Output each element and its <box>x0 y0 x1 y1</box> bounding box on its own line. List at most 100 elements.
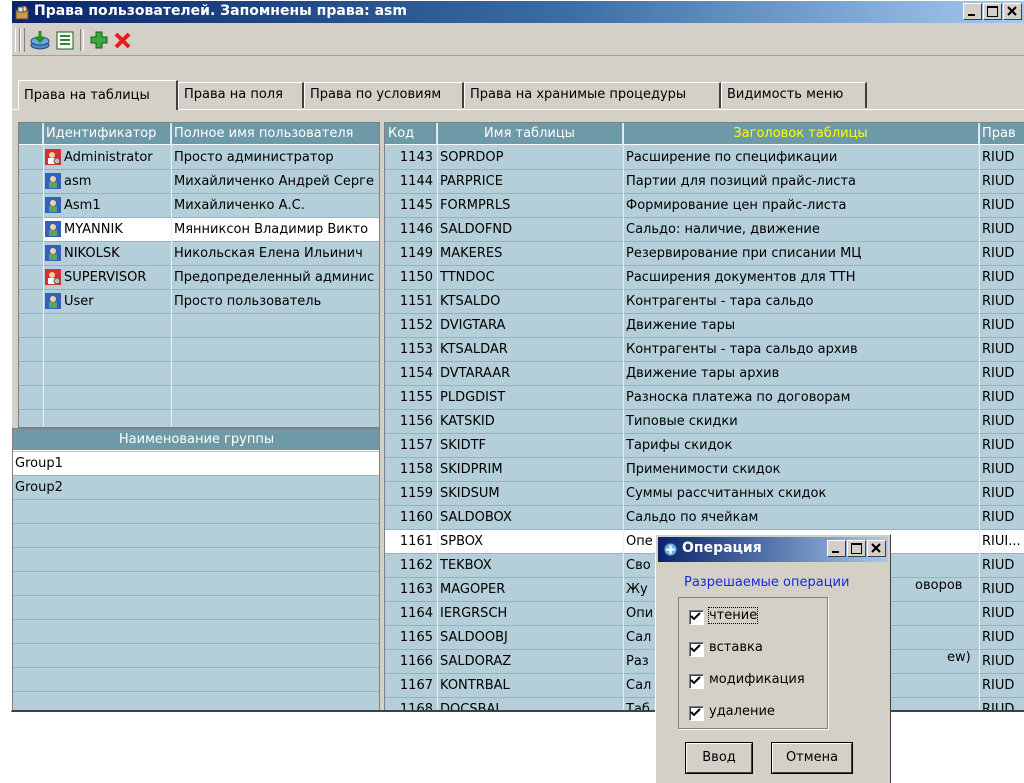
table-row[interactable]: Administrator Просто администратор <box>19 146 379 170</box>
table-row[interactable] <box>19 362 379 386</box>
table-row[interactable]: 1144 PARPRICE Партии для позиций прайс-лис… <box>385 170 1024 194</box>
table-row[interactable] <box>19 338 379 362</box>
rights-cell[interactable]: RIUD <box>979 650 1024 673</box>
user-fullname-cell[interactable]: Просто администратор <box>171 146 379 169</box>
table-row[interactable]: NIKOLSK Никольская Елена Ильинич <box>19 242 379 266</box>
rights-cell[interactable]: RIUD <box>979 458 1024 481</box>
checkbox-label-3[interactable]: удаление <box>709 704 775 719</box>
checkbox-1[interactable] <box>689 642 704 657</box>
user-id-cell[interactable]: User <box>43 290 171 313</box>
checkbox-label-2[interactable]: модификация <box>709 672 805 687</box>
list-item[interactable]: Group2 <box>13 476 379 500</box>
checkbox-label-0[interactable]: чтение <box>707 607 759 624</box>
list-item[interactable]: Group1 <box>13 452 379 476</box>
checkbox-0[interactable] <box>689 610 704 625</box>
user-id-cell[interactable]: Asm1 <box>43 194 171 217</box>
rights-cell[interactable]: RIUD <box>979 626 1024 649</box>
table-name-header[interactable]: Имя таблицы <box>437 123 623 145</box>
user-id-cell[interactable]: asm <box>43 170 171 193</box>
rights-cell[interactable]: RIUD <box>979 578 1024 601</box>
user-id-cell[interactable]: SUPERVISOR <box>43 266 171 289</box>
users-id-header[interactable]: Идентификатор <box>43 123 171 145</box>
rights-cell[interactable]: RIUD <box>979 386 1024 409</box>
user-fullname-cell[interactable]: Мянниксон Владимир Викто <box>171 218 379 241</box>
rights-cell[interactable]: RIUD <box>979 290 1024 313</box>
load-rights-icon[interactable] <box>29 29 51 51</box>
cancel-button[interactable]: Отмена <box>771 742 853 774</box>
user-id-cell[interactable]: NIKOLSK <box>43 242 171 265</box>
table-row[interactable]: 1157 SKIDTF Тарифы скидок RIUD <box>385 434 1024 458</box>
list-item[interactable] <box>13 500 379 524</box>
table-title-header[interactable]: Заголовок таблицы <box>623 123 979 145</box>
table-row[interactable]: User Просто пользователь <box>19 290 379 314</box>
rights-cell[interactable]: RIUD <box>979 698 1024 710</box>
table-row[interactable] <box>19 314 379 338</box>
maximize-button[interactable] <box>983 3 1002 20</box>
rights-cell[interactable]: RIUD <box>979 362 1024 385</box>
add-icon[interactable] <box>88 29 110 51</box>
checkbox-label-1[interactable]: вставка <box>709 640 763 655</box>
list-item[interactable] <box>13 644 379 668</box>
user-fullname-cell[interactable]: Михайличенко Андрей Серге <box>171 170 379 193</box>
table-row[interactable]: 1146 SALDOFND Сальдо: наличие, движение RIU… <box>385 218 1024 242</box>
user-fullname-cell[interactable]: Михайличенко А.С. <box>171 194 379 217</box>
table-row[interactable]: asm Михайличенко Андрей Серге <box>19 170 379 194</box>
rights-cell[interactable]: RIUD <box>979 146 1024 169</box>
user-fullname-cell[interactable]: Просто пользователь <box>171 290 379 313</box>
table-row[interactable]: 1145 FORMPRLS Формирование цен прайс-листа… <box>385 194 1024 218</box>
table-row[interactable]: 1159 SKIDSUM Суммы рассчитанных скидок RIUD <box>385 482 1024 506</box>
table-row[interactable]: 1158 SKIDPRIM Применимости скидок RIUD <box>385 458 1024 482</box>
table-row[interactable]: MYANNIK Мянниксон Владимир Викто <box>19 218 379 242</box>
rights-cell[interactable]: RIUD <box>979 170 1024 193</box>
table-row[interactable]: 1143 SOPRDOP Расширение по спецификации RIU… <box>385 146 1024 170</box>
rights-cell[interactable]: RIUD <box>979 242 1024 265</box>
table-row[interactable]: 1155 PLDGDIST Разноска платежа по договора… <box>385 386 1024 410</box>
user-fullname-cell[interactable]: Предопределенный админис <box>171 266 379 289</box>
delete-icon[interactable] <box>112 29 134 51</box>
rights-cell[interactable]: RIUI... <box>979 530 1024 553</box>
list-item[interactable] <box>13 620 379 644</box>
table-row[interactable] <box>19 386 379 410</box>
table-row[interactable]: 1150 TTNDOC Расширения документов для ТТН R… <box>385 266 1024 290</box>
dialog-close-button[interactable] <box>867 540 886 557</box>
rights-cell[interactable]: RIUD <box>979 266 1024 289</box>
rights-cell[interactable]: RIUD <box>979 506 1024 529</box>
list-item[interactable] <box>13 596 379 620</box>
list-item[interactable] <box>13 524 379 548</box>
ok-button[interactable]: Ввод <box>685 742 753 774</box>
close-button[interactable] <box>1003 3 1022 20</box>
groups-header[interactable]: Наименование группы <box>13 429 379 451</box>
user-id-cell[interactable]: Administrator <box>43 146 171 169</box>
table-row[interactable]: 1152 DVIGTARA Движение тары RIUD <box>385 314 1024 338</box>
table-row[interactable]: 1149 MAKERES Резервирование при списании М… <box>385 242 1024 266</box>
rights-cell[interactable]: RIUD <box>979 602 1024 625</box>
dialog-maximize-button[interactable] <box>847 540 866 557</box>
tab-table-rights[interactable]: Права на таблицы <box>18 80 178 110</box>
rights-cell[interactable]: RIUD <box>979 194 1024 217</box>
dialog-minimize-button[interactable] <box>827 540 846 557</box>
tab-procedure-rights[interactable]: Права на хранимые процедуры <box>464 82 721 108</box>
table-row[interactable]: 1151 KTSALDO Контрагенты - тара сальдо RIUD <box>385 290 1024 314</box>
rights-cell[interactable]: RIUD <box>979 434 1024 457</box>
tab-condition-rights[interactable]: Права по условиям <box>304 82 464 108</box>
rights-cell[interactable]: RIUD <box>979 338 1024 361</box>
table-row[interactable]: SUPERVISOR Предопределенный админис <box>19 266 379 290</box>
table-row[interactable]: 1156 KATSKID Типовые скидки RIUD <box>385 410 1024 434</box>
rights-cell[interactable]: RIUD <box>979 314 1024 337</box>
table-row[interactable]: 1154 DVTARAAR Движение тары архив RIUD <box>385 362 1024 386</box>
checkbox-3[interactable] <box>689 706 704 721</box>
user-id-cell[interactable]: MYANNIK <box>43 218 171 241</box>
rights-cell[interactable]: RIUD <box>979 410 1024 433</box>
users-name-header[interactable]: Полное имя пользователя <box>171 123 379 145</box>
minimize-button[interactable] <box>963 3 982 20</box>
rights-cell[interactable]: RIUD <box>979 554 1024 577</box>
rights-cell[interactable]: RIUD <box>979 482 1024 505</box>
rights-cell[interactable]: RIUD <box>979 674 1024 697</box>
table-row[interactable]: 1160 SALDOBOX Сальдо по ячейкам RIUD <box>385 506 1024 530</box>
rights-header[interactable]: Прав <box>979 123 1024 145</box>
list-item[interactable] <box>13 572 379 596</box>
tab-field-rights[interactable]: Права на поля <box>178 82 304 108</box>
rights-cell[interactable]: RIUD <box>979 218 1024 241</box>
list-item[interactable] <box>13 692 379 710</box>
code-header[interactable]: Код <box>385 123 437 145</box>
